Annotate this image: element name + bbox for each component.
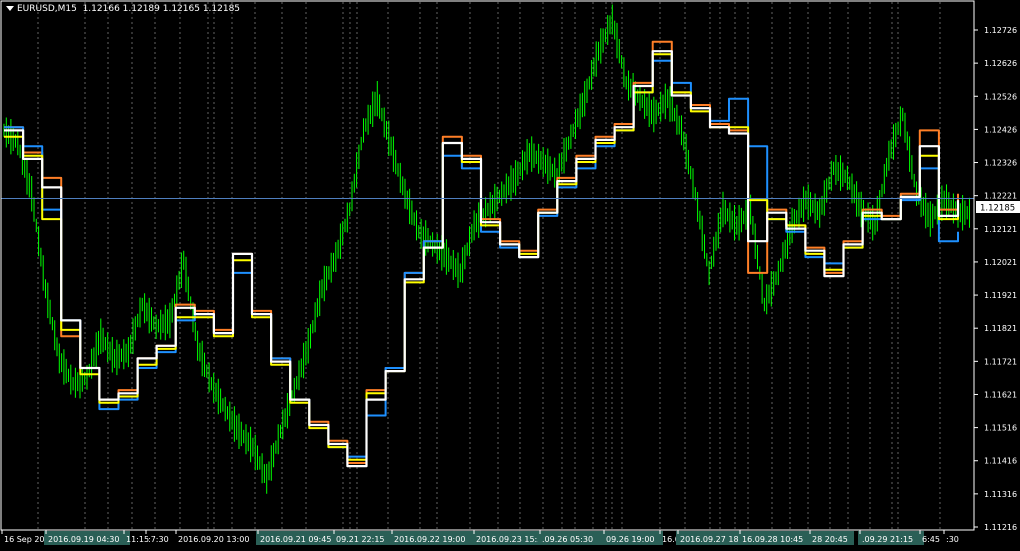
time-axis-label: .09.26 05:30 (542, 535, 593, 544)
time-axis-label: 2016.09.20 13:00 (178, 535, 249, 544)
price-axis-label: 1.11416 (984, 457, 1017, 466)
price-axis-label: 1.11721 (984, 357, 1017, 366)
price-axis-label: 1.12526 (984, 92, 1017, 101)
time-axis-label: .09.29 21:15 (862, 535, 913, 544)
time-axis-label: 2016.09.22 19:00 (394, 535, 465, 544)
chart-canvas[interactable]: 1.12726 1.12626 1.12526 1.12426 1.12326 1.122… (0, 0, 1020, 551)
price-axis-label: 1.12221 (984, 192, 1017, 201)
price-axis-label: 1.11821 (984, 324, 1017, 333)
price-axis-label: 1.11316 (984, 490, 1017, 499)
time-axis-label: 6:45 (922, 535, 940, 544)
time-axis-label: :7:30 (148, 535, 169, 544)
price-axis-label: 1.12626 (984, 59, 1017, 68)
chart-menu-triangle-icon[interactable] (6, 6, 14, 11)
price-axis-label: 1.11921 (984, 291, 1017, 300)
time-axis-label: 11:15 (126, 535, 149, 544)
chart-title: EURUSD,M15 1.12166 1.12189 1.12165 1.121… (6, 4, 240, 14)
price-axis-label: 1.12326 (984, 159, 1017, 168)
time-axis-label: 16.09.28 10:45 (742, 535, 803, 544)
time-axis-label: 2016.09.23 15:30 (476, 535, 547, 544)
price-chart[interactable]: 1.12726 1.12626 1.12526 1.12426 1.12326 1.122… (0, 0, 1020, 551)
time-axis-label: 28 20:45 (812, 535, 848, 544)
time-axis-label: 09.26 19:00 (606, 535, 655, 544)
time-axis-label: 16 Sep 20 (4, 535, 45, 544)
current-price-value: 1.12185 (980, 204, 1015, 214)
time-axis-label: 09.21 22:15 (336, 535, 385, 544)
price-axis-label: 1.12121 (984, 225, 1017, 234)
ohlc-values: 1.12166 1.12189 1.12165 1.12185 (82, 4, 241, 14)
time-axis-label: 2016.09.19 04:30 (48, 535, 119, 544)
current-price-label: 1.12185 (976, 201, 1020, 214)
symbol-timeframe: EURUSD,M15 (17, 4, 77, 14)
time-axis: 16 Sep 20 2016.09.19 04:30 11:15:7:30 2016.… (1, 530, 959, 545)
price-axis-label: 1.12021 (984, 258, 1017, 267)
chart-background (0, 0, 1020, 551)
time-axis-label: :30 (946, 535, 959, 544)
price-axis-label: 1.11516 (984, 424, 1017, 433)
price-axis-label: 1.11216 (984, 523, 1017, 532)
time-axis-label: 2016.09.21 09:45 (260, 535, 331, 544)
price-axis-label: 1.12726 (984, 26, 1017, 35)
price-axis-label: 1.12426 (984, 125, 1017, 134)
price-axis-label: 1.11621 (984, 390, 1017, 399)
